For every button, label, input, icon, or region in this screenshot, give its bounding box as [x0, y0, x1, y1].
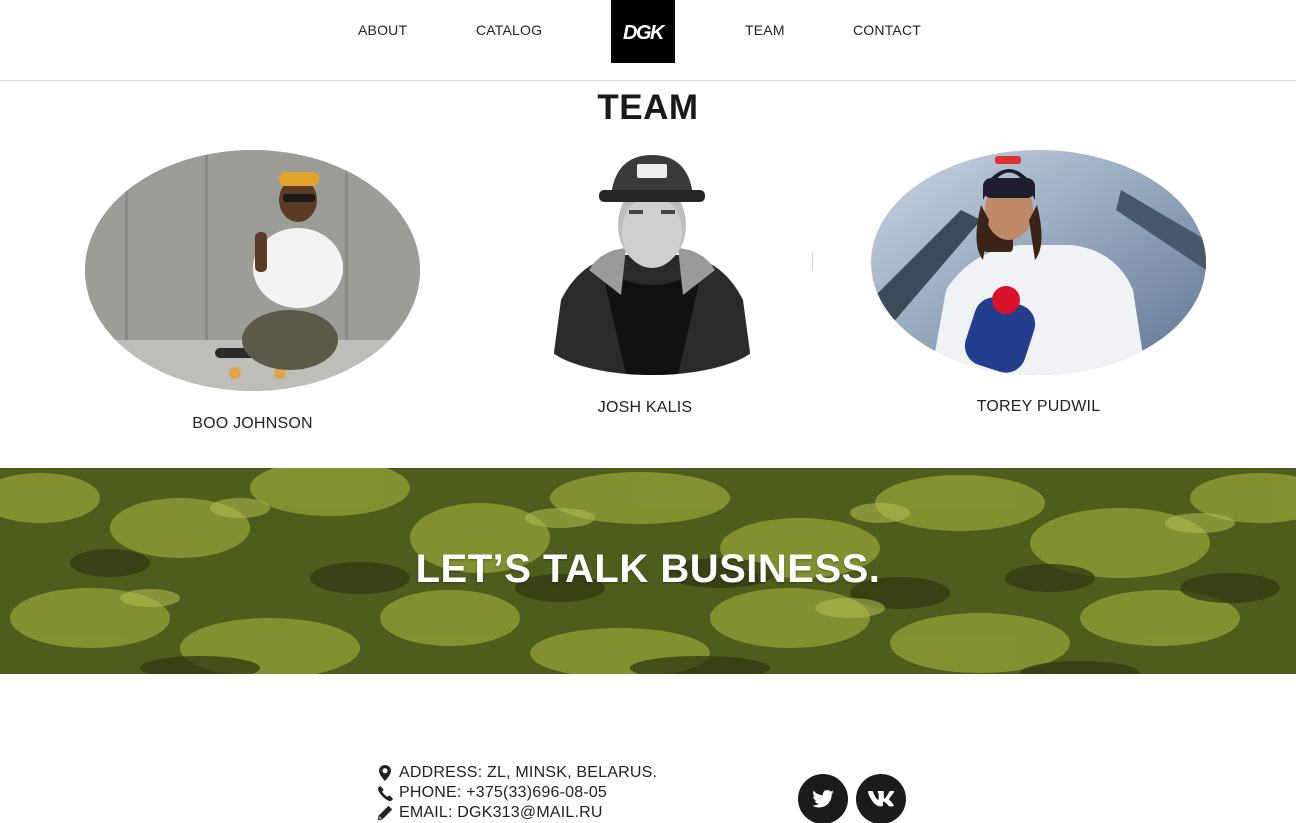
twitter-button[interactable] — [798, 774, 848, 823]
member-name-torey-pudwil: TOREY PUDWIL — [976, 398, 1101, 415]
member-name-boo-johnson: BOO JOHNSON — [192, 415, 313, 432]
column-divider — [812, 253, 813, 271]
team-section-title: TEAM — [597, 88, 699, 127]
contact-address-text: ADDRESS: ZL, MINSK, BELARUS. — [399, 764, 658, 781]
member-photo-torey-pudwil — [871, 150, 1206, 375]
vk-icon — [868, 791, 894, 807]
map-marker-icon — [377, 765, 393, 781]
member-photo-josh-kalis — [541, 150, 763, 375]
nav-about-link[interactable]: ABOUT — [358, 22, 407, 38]
contact-address: ADDRESS: ZL, MINSK, BELARUS. — [377, 764, 657, 782]
contact-phone: PHONE: +375(33)696-08-05 — [377, 784, 607, 802]
member-name-josh-kalis: JOSH KALIS — [597, 399, 693, 416]
dgk-logo-mark: DGK — [623, 22, 668, 43]
dgk-logo[interactable]: DGK — [611, 0, 675, 63]
member-photo-boo-johnson — [85, 150, 420, 391]
contact-email: EMAIL: DGK313@MAIL.RU — [377, 804, 603, 822]
pencil-icon — [377, 805, 393, 821]
contact-email-text: EMAIL: DGK313@MAIL.RU — [399, 804, 603, 821]
top-nav: ABOUT CATALOG DGK TEAM CONTACT — [0, 0, 1296, 81]
twitter-icon — [812, 790, 834, 808]
banner-title: LET’S TALK BUSINESS. — [415, 547, 881, 591]
nav-team-link[interactable]: TEAM — [745, 22, 785, 38]
phone-icon — [377, 785, 393, 801]
dgk-logo-text: DGK — [623, 22, 666, 43]
nav-catalog-link[interactable]: CATALOG — [476, 22, 542, 38]
nav-contact-link[interactable]: CONTACT — [853, 22, 921, 38]
vk-button[interactable] — [856, 774, 906, 823]
contact-phone-text: PHONE: +375(33)696-08-05 — [399, 784, 608, 801]
